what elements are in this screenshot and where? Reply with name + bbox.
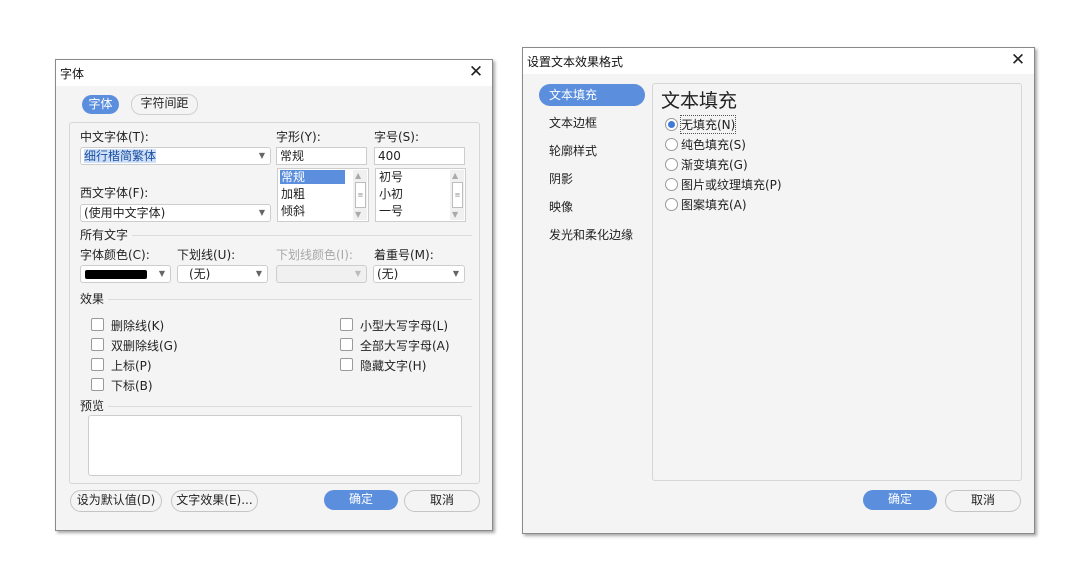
gradient-fill-label[interactable]: 渐变填充(G) (681, 156, 748, 173)
no-fill-radio[interactable] (665, 118, 678, 131)
close-icon[interactable]: ✕ (1008, 49, 1028, 71)
style-listbox[interactable]: 常规 加粗 倾斜 ▲ ≡ ▼ (277, 168, 369, 222)
chevron-down-icon: ▼ (255, 269, 262, 278)
font-color-label: 字体颜色(C): (80, 248, 150, 262)
all-text-section-label: 所有文字 (80, 228, 129, 242)
hidden-text-label[interactable]: 隐藏文字(H) (360, 357, 426, 374)
style-option[interactable]: 加粗 (280, 187, 345, 201)
cn-font-value: 细行楷简繁体 (84, 149, 157, 163)
pattern-fill-label[interactable]: 图案填充(A) (681, 196, 747, 213)
nav-reflection[interactable]: 映像 (539, 196, 645, 218)
small-caps-label[interactable]: 小型大写字母(L) (360, 317, 448, 334)
ok-button[interactable]: 确定 (324, 490, 398, 510)
underline-color-label: 下划线颜色(I): (276, 248, 353, 262)
text-effects-dialog: 设置文本效果格式 ✕ 文本填充 文本边框 轮廓样式 阴影 映像 发光和柔化边缘 … (522, 47, 1035, 534)
size-label: 字号(S): (374, 130, 420, 144)
font-dialog-titlebar: 字体 ✕ (56, 60, 492, 86)
size-option[interactable]: 一号 (378, 204, 403, 218)
hidden-text-checkbox[interactable] (340, 358, 353, 371)
underline-label: 下划线(U): (177, 248, 236, 262)
set-default-button[interactable]: 设为默认值(D) (70, 490, 162, 512)
scroll-up-icon[interactable]: ▲ (355, 171, 361, 180)
scroll-thumb[interactable]: ≡ (355, 182, 366, 208)
chevron-down-icon: ▼ (258, 208, 265, 217)
nav-text-border[interactable]: 文本边框 (539, 112, 645, 134)
font-dialog-title: 字体 (60, 67, 85, 81)
cn-font-combo[interactable]: 细行楷简繁体 ▼ (80, 147, 271, 165)
font-color-combo[interactable]: ▼ (80, 265, 171, 283)
text-effects-titlebar: 设置文本效果格式 ✕ (523, 48, 1034, 74)
superscript-checkbox[interactable] (91, 358, 104, 371)
scroll-thumb[interactable]: ≡ (452, 182, 463, 208)
scroll-down-icon[interactable]: ▼ (452, 210, 458, 219)
no-fill-label[interactable]: 无填充(N) (679, 115, 737, 134)
text-effects-button[interactable]: 文字效果(E)... (171, 490, 258, 512)
all-text-divider (132, 235, 472, 236)
chevron-down-icon: ▼ (354, 269, 361, 278)
small-caps-checkbox[interactable] (340, 318, 353, 331)
font-dialog: 字体 ✕ 字体 字符间距 中文字体(T): 字形(Y): 字号(S): 细行楷简… (55, 59, 493, 531)
western-font-label: 西文字体(F): (80, 186, 149, 200)
all-caps-label[interactable]: 全部大写字母(A) (360, 337, 450, 354)
style-option[interactable]: 常规 (280, 170, 345, 184)
subscript-label[interactable]: 下标(B) (111, 377, 153, 394)
nav-text-fill[interactable]: 文本填充 (539, 84, 645, 106)
preview-section-label: 预览 (80, 399, 105, 413)
nav-shadow[interactable]: 阴影 (539, 168, 645, 190)
strikethrough-checkbox[interactable] (91, 318, 104, 331)
close-icon[interactable]: ✕ (466, 61, 486, 83)
preview-divider (108, 406, 472, 407)
chevron-down-icon: ▼ (258, 151, 265, 160)
gradient-fill-radio[interactable] (665, 158, 678, 171)
underline-color-combo: ▼ (276, 265, 367, 283)
style-input[interactable]: 常规 (276, 147, 367, 165)
underline-combo[interactable]: (无) ▼ (177, 265, 268, 283)
style-option[interactable]: 倾斜 (280, 204, 345, 218)
ok-button[interactable]: 确定 (863, 490, 937, 510)
size-listbox[interactable]: 初号 小初 一号 ▲ ≡ ▼ (375, 168, 466, 222)
size-input[interactable]: 400 (374, 147, 465, 165)
picture-texture-fill-radio[interactable] (665, 178, 678, 191)
size-option[interactable]: 初号 (378, 170, 403, 184)
size-scrollbar[interactable]: ▲ ≡ ▼ (450, 170, 464, 220)
strikethrough-label[interactable]: 删除线(K) (111, 317, 164, 334)
emphasis-value: (无) (377, 267, 399, 281)
color-swatch (85, 270, 147, 279)
pattern-fill-radio[interactable] (665, 198, 678, 211)
chevron-down-icon: ▼ (158, 269, 165, 278)
picture-texture-fill-label[interactable]: 图片或纹理填充(P) (681, 176, 782, 193)
cancel-button[interactable]: 取消 (945, 490, 1021, 512)
nav-glow-soft-edges[interactable]: 发光和柔化边缘 (539, 224, 645, 246)
chevron-down-icon: ▼ (452, 269, 459, 278)
double-strikethrough-label[interactable]: 双删除线(G) (111, 337, 178, 354)
western-font-value: (使用中文字体) (84, 206, 166, 220)
text-effects-title: 设置文本效果格式 (527, 55, 624, 69)
tab-character-spacing[interactable]: 字符间距 (131, 94, 198, 115)
style-scrollbar[interactable]: ▲ ≡ ▼ (353, 170, 367, 220)
nav-outline-style[interactable]: 轮廓样式 (539, 140, 645, 162)
emphasis-combo[interactable]: (无) ▼ (373, 265, 465, 283)
subscript-checkbox[interactable] (91, 378, 104, 391)
effects-divider (108, 299, 472, 300)
tab-font[interactable]: 字体 (82, 95, 119, 114)
preview-box (88, 415, 462, 476)
effects-section-label: 效果 (80, 292, 105, 306)
section-title: 文本填充 (661, 90, 738, 112)
superscript-label[interactable]: 上标(P) (111, 357, 152, 374)
solid-fill-label[interactable]: 纯色填充(S) (681, 136, 746, 153)
all-caps-checkbox[interactable] (340, 338, 353, 351)
cn-font-label: 中文字体(T): (80, 130, 149, 144)
scroll-up-icon[interactable]: ▲ (452, 171, 458, 180)
emphasis-label: 着重号(M): (374, 248, 434, 262)
cancel-button[interactable]: 取消 (404, 490, 480, 512)
solid-fill-radio[interactable] (665, 138, 678, 151)
underline-value: (无) (189, 267, 211, 281)
double-strikethrough-checkbox[interactable] (91, 338, 104, 351)
style-label: 字形(Y): (276, 130, 321, 144)
size-option[interactable]: 小初 (378, 187, 403, 201)
western-font-combo[interactable]: (使用中文字体) ▼ (80, 204, 271, 222)
scroll-down-icon[interactable]: ▼ (355, 210, 361, 219)
